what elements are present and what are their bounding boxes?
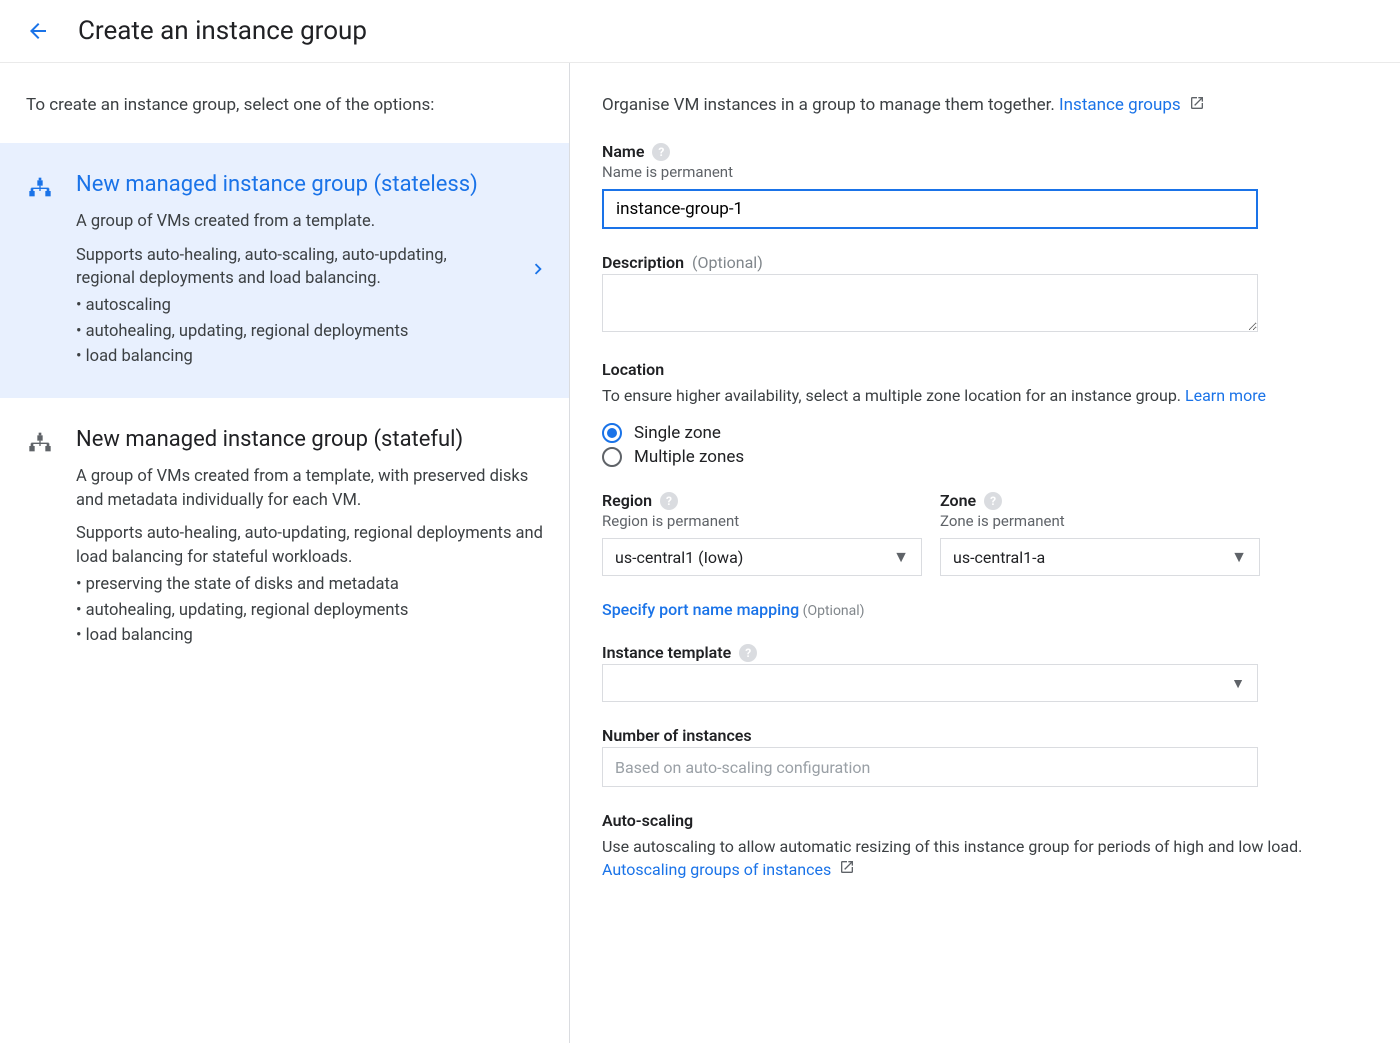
organise-text: Organise VM instances in a group to mana…: [602, 95, 1368, 116]
option-bullet: • preserving the state of disks and meta…: [76, 572, 549, 598]
optional-label: (Optional): [803, 603, 865, 619]
external-link-icon: [839, 859, 855, 881]
radio-icon: [602, 423, 622, 443]
dropdown-icon: ▼: [1231, 675, 1245, 692]
help-icon[interactable]: ?: [739, 644, 757, 662]
help-icon[interactable]: ?: [652, 143, 670, 161]
option-bullet: • load balancing: [76, 344, 507, 370]
learn-more-link[interactable]: Learn more: [1185, 386, 1266, 405]
organise-label: Organise VM instances in a group to mana…: [602, 95, 1059, 115]
zone-select[interactable]: us-central1-a ▼: [940, 538, 1260, 576]
option-bullet: • autoscaling: [76, 293, 507, 319]
radio-icon: [602, 447, 622, 467]
radio-label: Multiple zones: [634, 447, 744, 467]
select-value: us-central1 (Iowa): [615, 548, 743, 567]
optional-label: (Optional): [692, 253, 763, 272]
option-title: New managed instance group (stateful): [76, 426, 549, 455]
dropdown-icon: ▼: [893, 547, 909, 567]
region-select[interactable]: us-central1 (Iowa) ▼: [602, 538, 922, 576]
description-input[interactable]: [602, 274, 1258, 332]
dropdown-icon: ▼: [1231, 547, 1247, 567]
option-bullet: • autohealing, updating, regional deploy…: [76, 598, 549, 624]
autoscaling-label: Auto-scaling: [602, 811, 1368, 830]
option-supports: Supports auto-healing, auto-scaling, aut…: [76, 244, 507, 292]
autoscaling-link[interactable]: Autoscaling groups of instances: [602, 860, 831, 879]
region-label: Region: [602, 491, 652, 510]
page-header: Create an instance group: [0, 0, 1400, 63]
radio-multiple-zones[interactable]: Multiple zones: [602, 447, 1368, 467]
select-value: us-central1-a: [953, 548, 1045, 567]
back-button[interactable]: [26, 19, 50, 43]
option-desc: A group of VMs created from a template.: [76, 210, 507, 234]
chevron-right-icon: [527, 258, 549, 284]
servers-icon: [24, 430, 56, 466]
radio-single-zone[interactable]: Single zone: [602, 423, 1368, 443]
option-stateful[interactable]: New managed instance group (stateful) A …: [0, 398, 569, 677]
servers-icon: [24, 175, 56, 211]
options-panel: To create an instance group, select one …: [0, 63, 570, 1043]
page-title: Create an instance group: [78, 16, 367, 46]
description-label: Description: [602, 253, 684, 272]
option-bullet: • load balancing: [76, 623, 549, 649]
zone-hint: Zone is permanent: [940, 512, 1260, 530]
zone-label: Zone: [940, 491, 976, 510]
template-select[interactable]: ▼: [602, 664, 1258, 702]
arrow-left-icon: [26, 19, 50, 43]
option-desc: A group of VMs created from a template, …: [76, 465, 549, 513]
num-instances-input[interactable]: [602, 747, 1258, 787]
template-label: Instance template: [602, 643, 731, 662]
location-label: Location: [602, 360, 1368, 379]
option-stateless[interactable]: New managed instance group (stateless) A…: [0, 143, 569, 398]
name-label: Name: [602, 142, 644, 161]
instance-groups-link[interactable]: Instance groups: [1059, 95, 1181, 115]
region-hint: Region is permanent: [602, 512, 922, 530]
external-link-icon: [1189, 95, 1205, 116]
intro-text: To create an instance group, select one …: [0, 63, 569, 143]
name-hint: Name is permanent: [602, 163, 1368, 181]
help-icon[interactable]: ?: [984, 492, 1002, 510]
help-icon[interactable]: ?: [660, 492, 678, 510]
option-supports: Supports auto-healing, auto-updating, re…: [76, 522, 549, 570]
autoscaling-desc: Use autoscaling to allow automatic resiz…: [602, 837, 1302, 856]
num-instances-label: Number of instances: [602, 726, 752, 745]
location-desc: To ensure higher availability, select a …: [602, 386, 1181, 405]
port-mapping-link[interactable]: Specify port name mapping: [602, 600, 799, 619]
option-bullet: • autohealing, updating, regional deploy…: [76, 319, 507, 345]
radio-label: Single zone: [634, 423, 721, 443]
option-title: New managed instance group (stateless): [76, 171, 507, 200]
form-panel: Organise VM instances in a group to mana…: [570, 63, 1400, 1043]
name-input[interactable]: [602, 189, 1258, 229]
